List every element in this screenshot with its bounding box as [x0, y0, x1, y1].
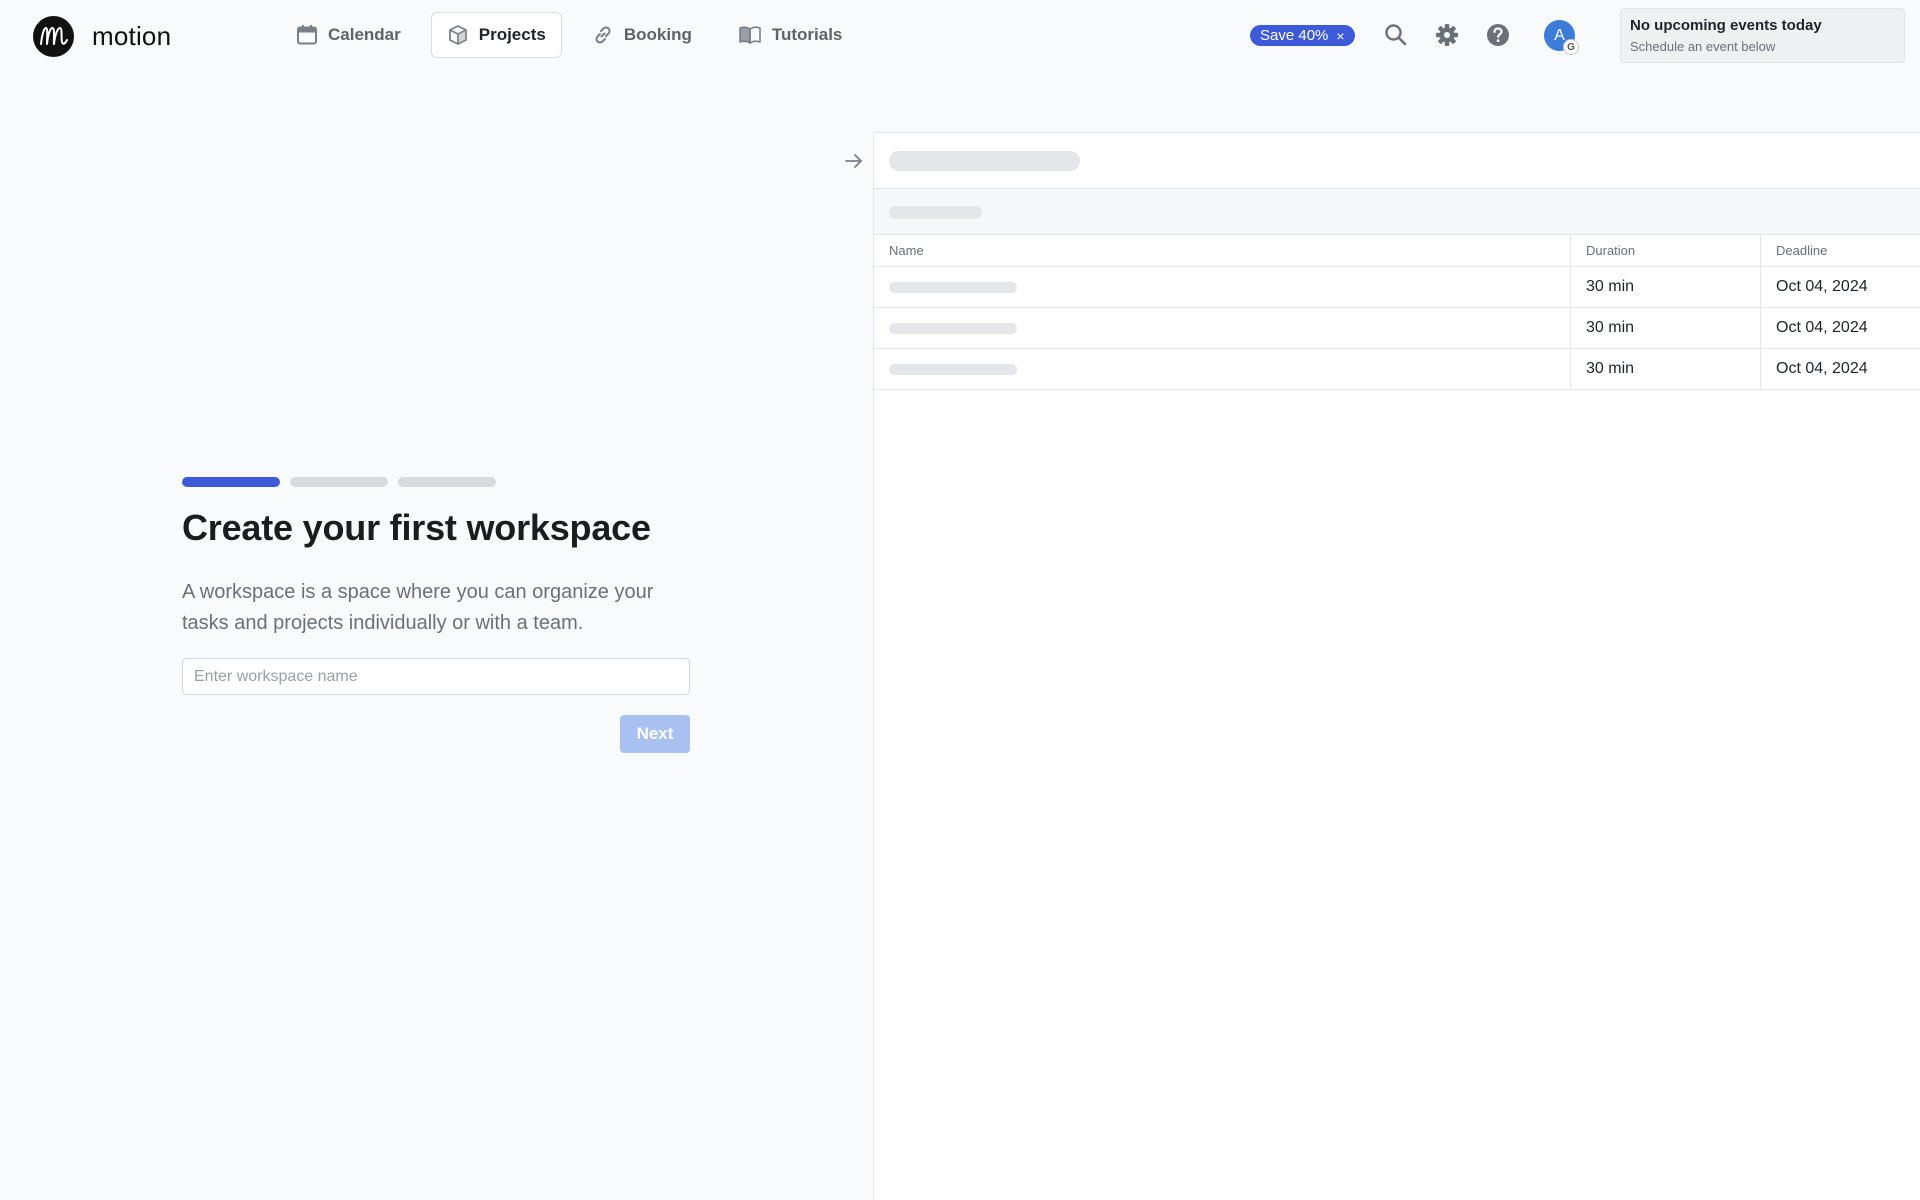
tab-booking-label: Booking: [623, 25, 692, 44]
cube-icon: [447, 24, 469, 46]
page-title: Create your first workspace: [182, 507, 651, 548]
row-name-cell: [874, 267, 1571, 307]
row-duration-cell: 30 min: [1571, 349, 1761, 389]
tab-tutorials[interactable]: Tutorials: [722, 12, 859, 58]
preview-subheader: [874, 189, 1920, 235]
upcoming-events-card[interactable]: No upcoming events today Schedule an eve…: [1620, 8, 1905, 63]
progress-step-3: [398, 477, 496, 487]
table-header: Name Duration Deadline: [874, 235, 1920, 267]
row-duration-cell: 30 min: [1571, 308, 1761, 348]
subtitle-skeleton: [889, 206, 982, 219]
tab-tutorials-label: Tutorials: [771, 25, 843, 44]
table-row: 30 min Oct 04, 2024: [874, 267, 1920, 308]
arrow-right-icon: [843, 154, 865, 176]
progress-step-2: [290, 477, 388, 487]
preview-header: [874, 133, 1920, 189]
top-bar: motion Calendar Projects Booking Tutoria…: [0, 0, 1920, 72]
tab-calendar-label: Calendar: [328, 25, 401, 44]
table-row: 30 min Oct 04, 2024: [874, 349, 1920, 390]
motion-logo-icon: [33, 15, 74, 57]
name-skeleton: [889, 363, 1017, 375]
app-logo[interactable]: motion: [33, 15, 171, 57]
title-skeleton: [889, 151, 1080, 171]
tab-projects[interactable]: Projects: [430, 12, 562, 58]
events-subtitle: Schedule an event below: [1630, 39, 1776, 54]
tab-projects-label: Projects: [478, 25, 546, 44]
name-skeleton: [889, 281, 1017, 293]
help-icon: [1485, 22, 1511, 48]
promo-close-icon[interactable]: ×: [1336, 29, 1344, 43]
table-row: 30 min Oct 04, 2024: [874, 308, 1920, 349]
column-header-duration: Duration: [1571, 235, 1761, 266]
workspace-description: A workspace is a space where you can org…: [182, 581, 654, 634]
google-badge-icon: G: [1563, 39, 1579, 55]
name-skeleton: [889, 322, 1017, 334]
workspace-name-input[interactable]: [182, 658, 690, 695]
row-name-cell: [874, 349, 1571, 389]
calendar-icon: [296, 24, 318, 46]
save-promo-badge[interactable]: Save 40% ×: [1250, 25, 1355, 46]
search-icon: [1383, 22, 1409, 48]
search-button[interactable]: [1383, 22, 1409, 48]
user-avatar[interactable]: A G: [1544, 20, 1579, 55]
row-deadline-cell: Oct 04, 2024: [1776, 360, 1868, 377]
next-button[interactable]: Next: [620, 715, 690, 753]
events-title: No upcoming events today: [1630, 17, 1822, 34]
project-preview-panel: Name Duration Deadline 30 min Oct 04, 20…: [873, 132, 1920, 1200]
collapse-panel-button[interactable]: [843, 150, 865, 172]
column-header-deadline: Deadline: [1776, 243, 1828, 258]
app-name: motion: [92, 20, 172, 51]
promo-label: Save 40%: [1260, 27, 1329, 44]
row-name-cell: [874, 308, 1571, 348]
tab-calendar[interactable]: Calendar: [280, 12, 417, 58]
row-deadline-cell: Oct 04, 2024: [1776, 319, 1868, 336]
tab-booking[interactable]: Booking: [576, 12, 708, 58]
settings-button[interactable]: [1434, 22, 1460, 48]
help-button[interactable]: [1485, 22, 1511, 48]
link-icon: [592, 24, 614, 46]
row-duration-cell: 30 min: [1571, 267, 1761, 307]
main-nav: Calendar Projects Booking Tutorials: [280, 12, 858, 58]
progress-step-1: [182, 477, 280, 487]
column-header-name: Name: [874, 235, 1571, 266]
row-deadline-cell: Oct 04, 2024: [1776, 278, 1868, 295]
gear-icon: [1434, 22, 1460, 48]
progress-steps: [182, 477, 496, 487]
book-icon: [738, 24, 762, 46]
